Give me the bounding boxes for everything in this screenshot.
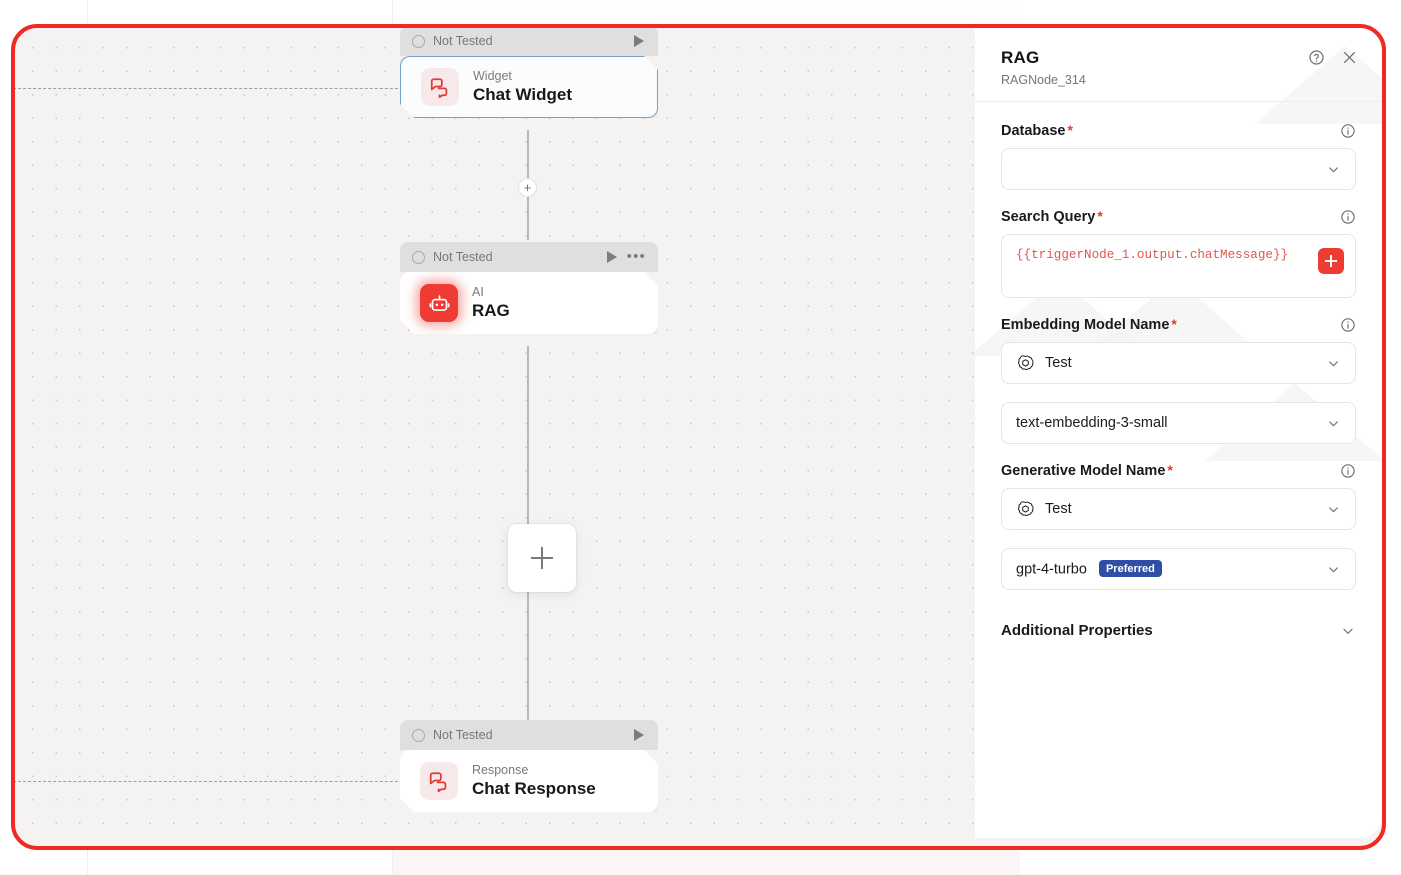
required-marker: * (1067, 122, 1073, 138)
plus-icon (1324, 254, 1338, 268)
panel-node-id: RAGNode_314 (1001, 73, 1086, 87)
status-circle-icon (412, 250, 425, 264)
chevron-down-icon (1326, 416, 1341, 431)
info-icon[interactable] (1340, 123, 1356, 139)
database-label-row: Database * (1001, 122, 1356, 139)
required-marker: * (1167, 462, 1173, 478)
search-query-editor[interactable]: {{triggerNode_1.output.chatMessage}} (1001, 234, 1356, 298)
node-meta: AI RAG (472, 285, 510, 321)
node-meta: Response Chat Response (472, 763, 596, 799)
generative-model-label-text: Generative Model Name (1001, 463, 1166, 479)
chat-bubbles-icon (421, 68, 459, 106)
required-marker: * (1097, 208, 1103, 224)
properties-panel: RAG RAGNode_314 Database * Search Query … (975, 28, 1382, 838)
additional-properties-label: Additional Properties (1001, 622, 1153, 639)
node-kind-label: Response (472, 763, 529, 777)
plus-icon (530, 546, 554, 570)
node-body[interactable]: Widget Chat Widget (400, 56, 658, 118)
node-status-bar: Not Tested (400, 26, 658, 56)
node-chat-widget[interactable]: Not Tested Widget Chat Widget (400, 26, 658, 118)
canvas-dashed-rail-top (13, 88, 418, 89)
node-status-label: Not Tested (433, 728, 493, 742)
database-label-text: Database (1001, 123, 1066, 139)
node-more-menu-icon[interactable]: ••• (627, 249, 646, 264)
generative-model-select[interactable]: gpt-4-turbo Preferred (1001, 548, 1356, 590)
preferred-badge: Preferred (1098, 560, 1162, 578)
database-select[interactable] (1001, 148, 1356, 190)
chat-bubbles-icon (420, 762, 458, 800)
node-meta: Widget Chat Widget (473, 69, 572, 105)
node-body[interactable]: Response Chat Response (400, 750, 658, 812)
chevron-down-icon (1326, 356, 1341, 371)
openai-icon (1016, 354, 1035, 373)
chevron-down-icon (1340, 623, 1356, 639)
generative-connection-value: Test (1045, 501, 1072, 517)
add-node-button[interactable] (508, 524, 576, 592)
embedding-model-label-text: Embedding Model Name (1001, 317, 1170, 333)
info-icon[interactable] (1340, 209, 1356, 225)
embedding-model-label-row: Embedding Model Name * (1001, 316, 1356, 333)
embedding-model-select[interactable]: text-embedding-3-small (1001, 402, 1356, 444)
openai-icon (1016, 500, 1035, 519)
node-title-label: Chat Response (472, 779, 596, 798)
database-label: Database * (1001, 122, 1073, 139)
question-circle-icon[interactable] (1308, 49, 1325, 66)
connector-add-button-1[interactable]: + (519, 179, 536, 196)
node-body[interactable]: AI RAG (400, 272, 658, 334)
node-status-bar: Not Tested (400, 720, 658, 750)
panel-body: Database * Search Query * {{triggerNode_… (975, 102, 1382, 639)
chevron-down-icon (1326, 562, 1341, 577)
node-kind-label: AI (472, 285, 484, 299)
node-status-bar: Not Tested ••• (400, 242, 658, 272)
chevron-down-icon (1326, 162, 1341, 177)
panel-header-actions (1308, 49, 1358, 66)
embedding-connection-select[interactable]: Test (1001, 342, 1356, 384)
embedding-connection-value: Test (1045, 355, 1072, 371)
generative-connection-select[interactable]: Test (1001, 488, 1356, 530)
node-kind-label: Widget (473, 69, 512, 83)
generative-model-label-row: Generative Model Name * (1001, 462, 1356, 479)
info-icon[interactable] (1340, 463, 1356, 479)
generative-model-label: Generative Model Name * (1001, 462, 1173, 479)
status-circle-icon (412, 34, 425, 48)
node-title-label: Chat Widget (473, 85, 573, 104)
required-marker: * (1171, 316, 1177, 332)
node-status-label: Not Tested (433, 34, 493, 48)
robot-icon (420, 284, 458, 322)
additional-properties-accordion[interactable]: Additional Properties (1001, 608, 1356, 639)
node-run-button[interactable] (634, 729, 644, 741)
search-query-label-row: Search Query * (1001, 208, 1356, 225)
canvas-dashed-rail-bottom (13, 781, 418, 782)
close-icon[interactable] (1341, 49, 1358, 66)
embedding-model-label: Embedding Model Name * (1001, 316, 1177, 333)
embedding-model-value: text-embedding-3-small (1016, 415, 1168, 431)
chevron-down-icon (1326, 502, 1341, 517)
panel-header: RAG RAGNode_314 (975, 28, 1382, 102)
info-icon[interactable] (1340, 317, 1356, 333)
node-status-label: Not Tested (433, 250, 493, 264)
search-query-label-text: Search Query (1001, 209, 1096, 225)
node-chat-response[interactable]: Not Tested Response Chat Response (400, 720, 658, 812)
app-root: + Not Tested Widget Chat Widget Not Test… (0, 0, 1401, 875)
node-title-label: RAG (472, 301, 510, 320)
search-query-value: {{triggerNode_1.output.chatMessage}} (1016, 248, 1289, 262)
node-run-button[interactable] (606, 251, 617, 263)
status-circle-icon (412, 728, 425, 742)
search-query-label: Search Query * (1001, 208, 1103, 225)
search-query-add-button[interactable] (1318, 248, 1344, 274)
node-rag[interactable]: Not Tested ••• AI RAG (400, 242, 658, 334)
node-run-button[interactable] (634, 35, 644, 47)
panel-title: RAG (1001, 48, 1040, 67)
generative-model-value: gpt-4-turbo (1016, 561, 1087, 578)
generative-model-value-wrap: gpt-4-turbo Preferred (1016, 560, 1316, 578)
